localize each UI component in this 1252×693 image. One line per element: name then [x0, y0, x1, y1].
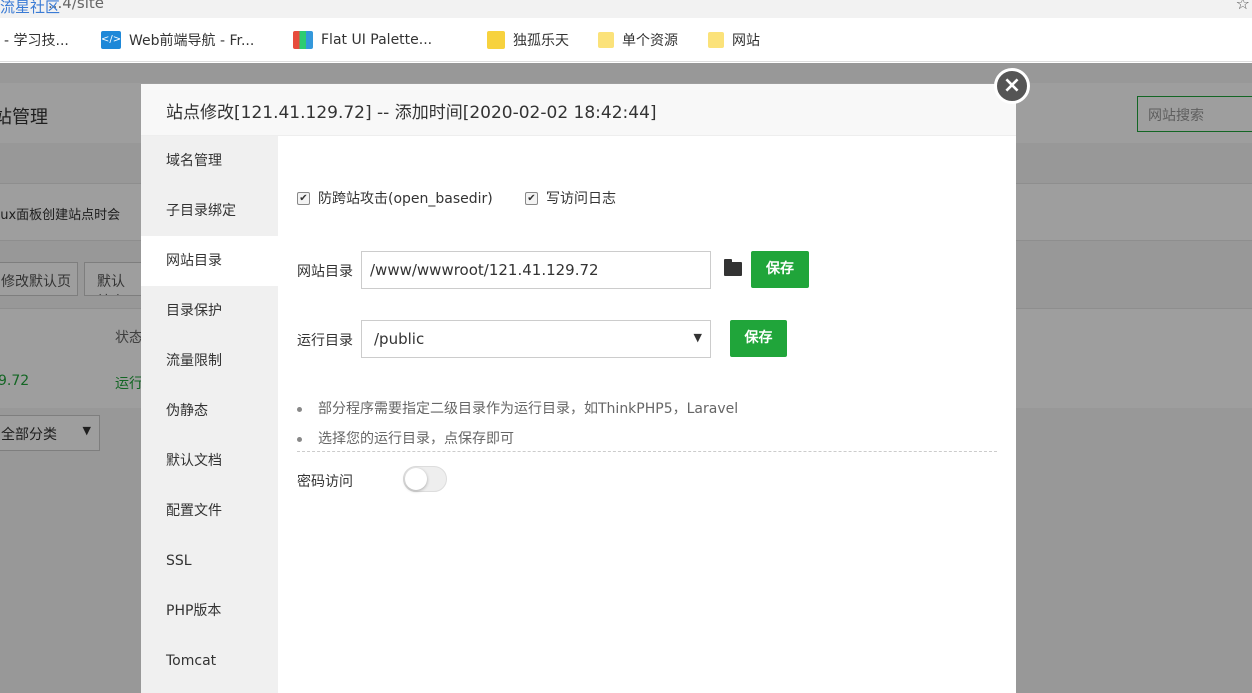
watermark-text: 流星社区: [0, 0, 61, 16]
dialog-menu: 域名管理 子目录绑定 网站目录 目录保护 流量限制 伪静态 默认文档 配置文件 …: [141, 136, 278, 693]
toggle-knob: [405, 468, 427, 490]
run-dir-select[interactable]: /public ▼: [361, 320, 711, 358]
bookmarks-bar: - 学习技... </> Web前端导航 - Fr... Flat UI Pale…: [0, 18, 1252, 62]
bookmark-star-icon[interactable]: ☆: [1236, 0, 1250, 13]
menu-item-ssl[interactable]: SSL: [141, 536, 278, 586]
bookmark-item[interactable]: 网站: [708, 30, 760, 50]
password-access-toggle[interactable]: [403, 466, 447, 492]
site-dir-input[interactable]: /www/wwwroot/121.41.129.72: [361, 251, 711, 289]
menu-item-config-file[interactable]: 配置文件: [141, 486, 278, 536]
menu-item-default-doc[interactable]: 默认文档: [141, 436, 278, 486]
face-icon: [487, 31, 505, 49]
folder-open-icon[interactable]: [724, 259, 742, 276]
save-run-dir-button[interactable]: 保存: [730, 320, 787, 357]
close-icon[interactable]: ×: [994, 68, 1030, 104]
menu-item-php-version[interactable]: PHP版本: [141, 586, 278, 636]
checkmark-icon: ✔: [525, 191, 538, 205]
dialog-title: 站点修改[121.41.129.72] -- 添加时间[2020-02-02 1…: [141, 84, 1016, 136]
site-edit-dialog: 站点修改[121.41.129.72] -- 添加时间[2020-02-02 1…: [141, 84, 1016, 693]
list-item: 部分程序需要指定二级目录作为运行目录，如ThinkPHP5，Laravel: [297, 394, 997, 424]
menu-item-site-directory[interactable]: 网站目录: [141, 236, 278, 286]
open-basedir-checkbox[interactable]: ✔ 防跨站攻击(open_basedir): [297, 188, 493, 208]
address-bar[interactable]: ...4/site 流星社区 ☆: [0, 0, 1252, 18]
save-site-dir-button[interactable]: 保存: [751, 251, 809, 288]
site-dir-label: 网站目录: [297, 264, 353, 280]
menu-item-domain[interactable]: 域名管理: [141, 136, 278, 186]
folder-icon: [708, 32, 724, 48]
bookmark-item[interactable]: 单个资源: [598, 30, 678, 50]
menu-item-traffic-limit[interactable]: 流量限制: [141, 336, 278, 386]
checkmark-icon: ✔: [297, 191, 310, 205]
palette-grid-icon: [293, 31, 313, 49]
caret-down-icon: ▼: [693, 331, 702, 344]
bookmark-item[interactable]: 独孤乐天: [487, 30, 569, 50]
folder-icon: [598, 32, 614, 48]
code-icon: </>: [101, 31, 121, 49]
menu-item-rewrite[interactable]: 伪静态: [141, 386, 278, 436]
bookmark-item[interactable]: - 学习技...: [4, 30, 69, 50]
divider: [297, 451, 997, 452]
bookmark-item[interactable]: </> Web前端导航 - Fr...: [101, 30, 254, 50]
bookmark-item[interactable]: Flat UI Palette...: [293, 30, 432, 50]
password-access-label: 密码访问: [297, 474, 353, 490]
list-item: 选择您的运行目录，点保存即可: [297, 424, 997, 454]
menu-item-subdir-binding[interactable]: 子目录绑定: [141, 186, 278, 236]
access-log-checkbox[interactable]: ✔ 写访问日志: [525, 188, 616, 208]
tips-list: 部分程序需要指定二级目录作为运行目录，如ThinkPHP5，Laravel 选择…: [297, 394, 997, 454]
menu-item-dir-protection[interactable]: 目录保护: [141, 286, 278, 336]
menu-item-tomcat[interactable]: Tomcat: [141, 636, 278, 686]
run-dir-label: 运行目录: [297, 333, 353, 349]
dialog-content: ✔ 防跨站攻击(open_basedir) ✔ 写访问日志 网站目录 /www/…: [278, 136, 1016, 693]
